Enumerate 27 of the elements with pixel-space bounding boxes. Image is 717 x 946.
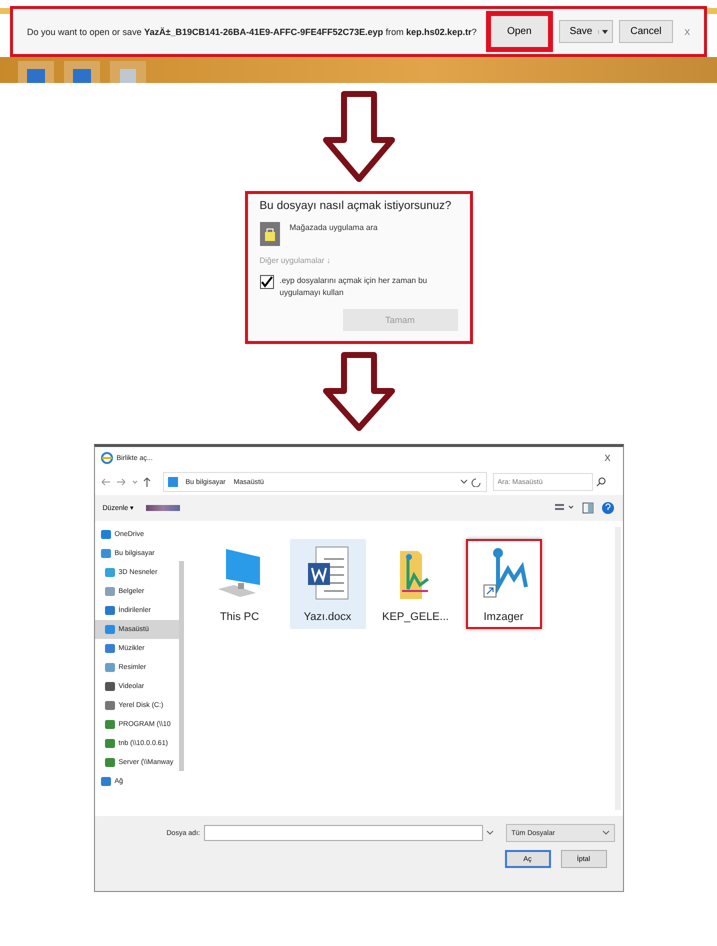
redacted-block [146,505,180,511]
scrollbar[interactable] [178,561,184,771]
dialog-title: Bu dosyayı nasıl açmak istiyorsunuz? [260,200,452,212]
download-message: Do you want to open or save YazÄ±_B19CB141-26BA-41E9-AFFC-9FE4FF52C73E.eyp from kep.hs02.kep.tr? [27,26,478,36]
caret-icon [602,830,610,836]
save-button[interactable]: Save [558,20,614,43]
download-button[interactable]: Open [486,11,553,52]
file-item[interactable]: KEP_GELE... [378,539,454,629]
store-option[interactable]: Mağazada uygulama ara [290,222,378,234]
caret-icon [486,830,494,836]
taskbar-app-icon[interactable] [64,61,100,83]
dropdown-refresh-icon[interactable] [460,477,482,487]
file-name-field[interactable] [204,825,484,841]
search-icon [596,477,606,487]
file-item[interactable]: Yazı.docx [290,539,366,629]
store-bag-icon [260,222,280,246]
checkbox[interactable] [260,275,274,289]
taskbar-app-icon[interactable] [110,61,146,83]
taskbar-app-icon[interactable] [18,61,54,83]
caret-icon [598,30,608,34]
file-item[interactable]: Imzager [466,539,542,629]
file-item[interactable]: This PC [202,539,278,629]
checkbox-label: .eyp dosyalarını açmak için her zaman bu uygulamayı kullan [280,275,428,299]
browser-icon [100,452,112,464]
close-button[interactable]: X [598,452,616,464]
download-button[interactable]: Cancel [619,20,672,43]
view-options-icon[interactable] [554,501,614,515]
